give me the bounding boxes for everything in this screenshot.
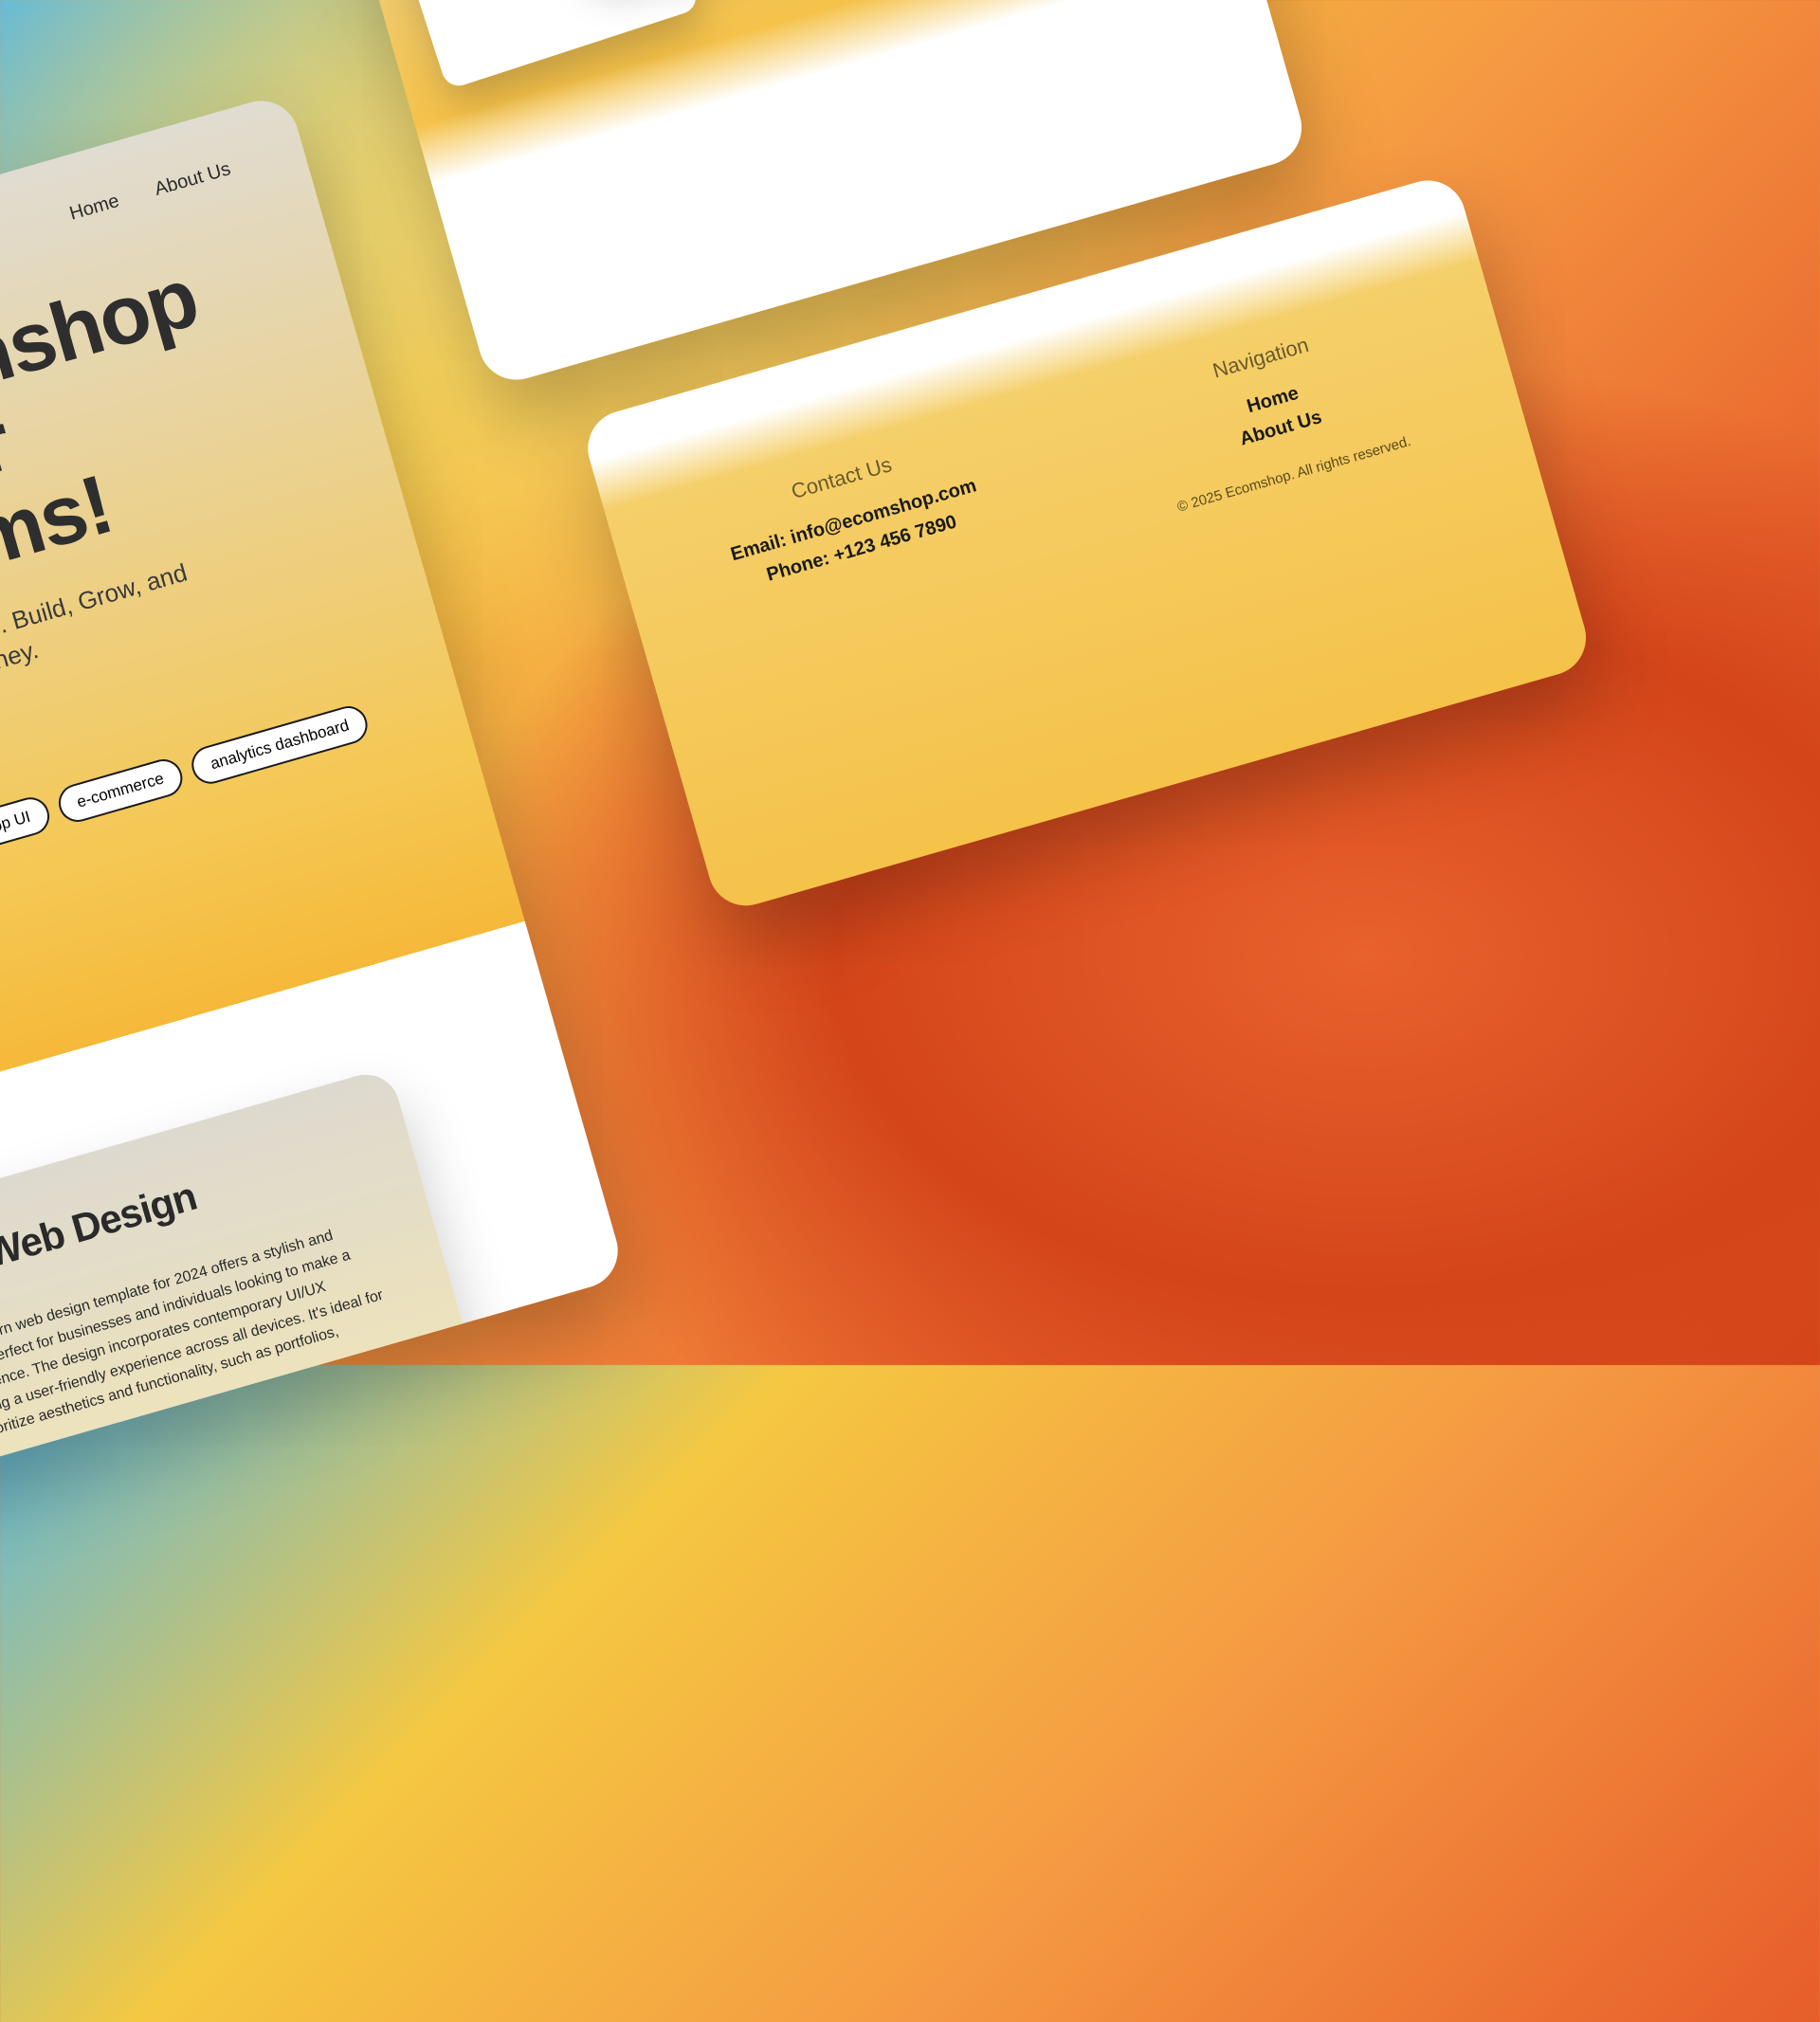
footer-nav-col: Navigation Home About Us © 2025 Ecomshop… xyxy=(1102,301,1522,773)
nav-home[interactable]: Home xyxy=(67,191,122,226)
nav-about[interactable]: About Us xyxy=(153,158,233,201)
tilted-scene: Home About Us Welcome To Ecomshop Empowe… xyxy=(0,0,1820,1959)
footer-copyright: © 2025 Ecomshop. All rights reserved. xyxy=(1137,422,1451,526)
filter-tag[interactable]: mobile app UI xyxy=(0,793,53,867)
footer-contact-col: Contact Us Email: info@ecomshop.com Phon… xyxy=(683,422,1103,893)
product-card: Modern Web Design WEB DESIGN This sleek … xyxy=(0,1066,479,1556)
tablet-mockup xyxy=(390,0,701,90)
filter-tag[interactable]: e-commerce xyxy=(54,756,187,828)
